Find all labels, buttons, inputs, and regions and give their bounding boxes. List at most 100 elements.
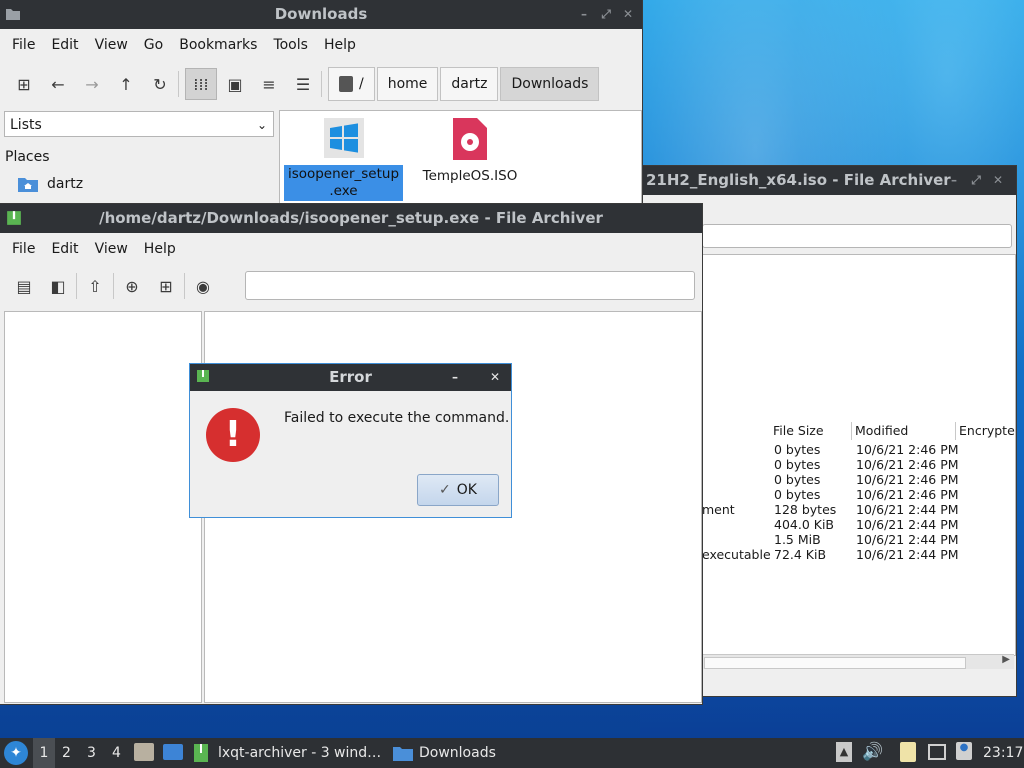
clipboard-icon[interactable] — [900, 742, 916, 762]
extract-icon[interactable]: ⇧ — [83, 274, 107, 298]
toolbar-separator — [76, 273, 77, 299]
file-label: isoopener_setup .exe — [284, 165, 403, 201]
stop-icon[interactable]: ◉ — [191, 274, 215, 298]
task-archiver[interactable]: lxqt-archiver - 3 wind… — [194, 738, 384, 768]
menu-file[interactable]: File — [4, 241, 43, 257]
table-cell: 404.0 KiB — [774, 517, 835, 532]
table-cell: 1.5 MiB — [774, 532, 821, 547]
fm-menubar: File Edit View Go Bookmarks Tools Help — [0, 31, 642, 59]
table-cell: 0 bytes — [774, 457, 821, 472]
error-titlebar[interactable]: Error – ✕ — [190, 364, 511, 391]
menu-go[interactable]: Go — [136, 37, 171, 53]
archiver-menubar: File Edit View Help — [0, 235, 702, 263]
breadcrumb-root[interactable]: / — [328, 67, 375, 101]
archive-icon — [194, 744, 208, 762]
menu-bookmarks[interactable]: Bookmarks — [171, 37, 265, 53]
table-cell: 10/6/21 2:44 PM — [856, 517, 959, 532]
folder-icon — [6, 9, 20, 20]
menu-edit[interactable]: Edit — [43, 241, 86, 257]
horizontal-scrollbar[interactable]: ▶ — [702, 654, 1014, 669]
close-button[interactable]: ✕ — [988, 166, 1008, 195]
menu-view[interactable]: View — [87, 241, 136, 257]
open-archive-icon[interactable]: ◧ — [46, 274, 70, 298]
scroll-right-arrow-icon[interactable]: ▶ — [1002, 654, 1010, 665]
task-label: lxqt-archiver - 3 wind… — [218, 745, 382, 761]
scrollbar-thumb[interactable] — [704, 657, 966, 669]
location-field[interactable] — [702, 224, 1012, 248]
close-button[interactable]: ✕ — [485, 364, 505, 391]
place-item-label: dartz — [47, 176, 84, 192]
window-title: Downloads — [274, 5, 368, 23]
menu-view[interactable]: View — [87, 37, 136, 53]
menu-edit[interactable]: Edit — [43, 37, 86, 53]
minimize-button[interactable]: – — [944, 166, 964, 195]
folder-icon — [393, 747, 413, 761]
minimize-button[interactable]: – — [445, 364, 465, 391]
desktop-3[interactable]: 3 — [87, 738, 96, 768]
eject-icon[interactable]: ▲ — [836, 742, 852, 762]
desktop-2[interactable]: 2 — [62, 738, 71, 768]
error-dialog[interactable]: Error – ✕ ! Failed to execute the comman… — [190, 364, 511, 517]
notification-icon[interactable]: ● — [956, 742, 972, 760]
menu-tools[interactable]: Tools — [265, 37, 316, 53]
archiver-back-titlebar[interactable]: 21H2_English_x64.iso - File Archiver – ⤢… — [640, 166, 1016, 195]
table-cell: 10/6/21 2:44 PM — [856, 547, 959, 562]
file-manager-launcher-icon[interactable] — [134, 743, 154, 761]
network-icon[interactable] — [928, 744, 946, 760]
places-heading: Places — [5, 149, 50, 165]
maximize-button[interactable]: ⤢ — [966, 166, 986, 195]
up-arrow-icon[interactable]: ↑ — [114, 72, 138, 96]
side-pane-select[interactable]: Lists ⌄ — [4, 111, 274, 137]
forward-arrow-icon[interactable]: → — [80, 72, 104, 96]
desktop-1[interactable]: 1 — [33, 738, 55, 768]
column-modified[interactable]: Modified — [852, 422, 956, 440]
browser-launcher-icon[interactable] — [163, 744, 183, 760]
table-cell: 10/6/21 2:44 PM — [856, 532, 959, 547]
archiver-front-titlebar[interactable]: /home/dartz/Downloads/isoopener_setup.ex… — [0, 204, 702, 233]
file-item-isoopener[interactable]: isoopener_setup .exe — [284, 118, 403, 201]
menu-help[interactable]: Help — [316, 37, 364, 53]
add-files-icon[interactable]: ⊕ — [120, 274, 144, 298]
file-item-templeos[interactable]: TempleOS.ISO — [416, 118, 524, 184]
thumbnail-view-icon[interactable]: ▣ — [223, 72, 247, 96]
back-arrow-icon[interactable]: ← — [46, 72, 70, 96]
place-item-dartz[interactable]: dartz — [18, 176, 83, 192]
fm-toolbar: ⊞ ← → ↑ ↻ ⁞⁞⁞ ▣ ≡ ☰ / home dartz Downloa… — [12, 66, 642, 102]
new-tab-icon[interactable]: ⊞ — [12, 72, 36, 96]
file-manager-window[interactable]: Downloads – ⤢ ✕ File Edit View Go Bookma… — [0, 0, 642, 212]
fm-titlebar[interactable]: Downloads – ⤢ ✕ — [0, 0, 642, 29]
menu-file[interactable]: File — [4, 37, 43, 53]
location-field[interactable] — [245, 271, 695, 300]
menu-help[interactable]: Help — [136, 241, 184, 257]
reload-icon[interactable]: ↻ — [148, 72, 172, 96]
table-cell: 72.4 KiB — [774, 547, 827, 562]
column-encrypted[interactable]: Encrypte — [956, 422, 1019, 440]
icon-view-icon[interactable]: ⁞⁞⁞ — [185, 68, 217, 100]
detailed-list-icon[interactable]: ☰ — [291, 72, 315, 96]
breadcrumb-dartz[interactable]: dartz — [440, 67, 499, 101]
task-downloads[interactable]: Downloads — [393, 738, 513, 768]
desktop-4[interactable]: 4 — [112, 738, 121, 768]
breadcrumb-home[interactable]: home — [376, 67, 439, 101]
error-icon: ! — [206, 408, 260, 462]
close-button[interactable]: ✕ — [618, 0, 638, 29]
table-cell: 128 bytes — [774, 502, 837, 517]
new-archive-icon[interactable]: ▤ — [12, 274, 36, 298]
column-file-size[interactable]: File Size — [770, 422, 852, 440]
clock[interactable]: 23:17 — [983, 738, 1023, 768]
archive-icon — [7, 211, 21, 225]
minimize-button[interactable]: – — [574, 0, 594, 29]
compact-view-icon[interactable]: ≡ — [257, 72, 281, 96]
file-label-line: isoopener_setup — [287, 166, 400, 182]
start-menu-icon[interactable]: ✦ — [4, 741, 28, 765]
folder-tree[interactable] — [4, 311, 202, 703]
ok-button[interactable]: ✓ OK — [417, 474, 499, 506]
check-icon: ✓ — [439, 482, 451, 498]
maximize-button[interactable]: ⤢ — [596, 0, 616, 29]
breadcrumb-downloads[interactable]: Downloads — [500, 67, 600, 101]
windows-exe-icon — [323, 118, 364, 158]
dialog-title: Error — [329, 368, 372, 386]
add-folder-icon[interactable]: ⊞ — [154, 274, 178, 298]
volume-icon[interactable]: 🔊 — [862, 742, 883, 762]
file-label-line: .exe — [329, 183, 358, 199]
